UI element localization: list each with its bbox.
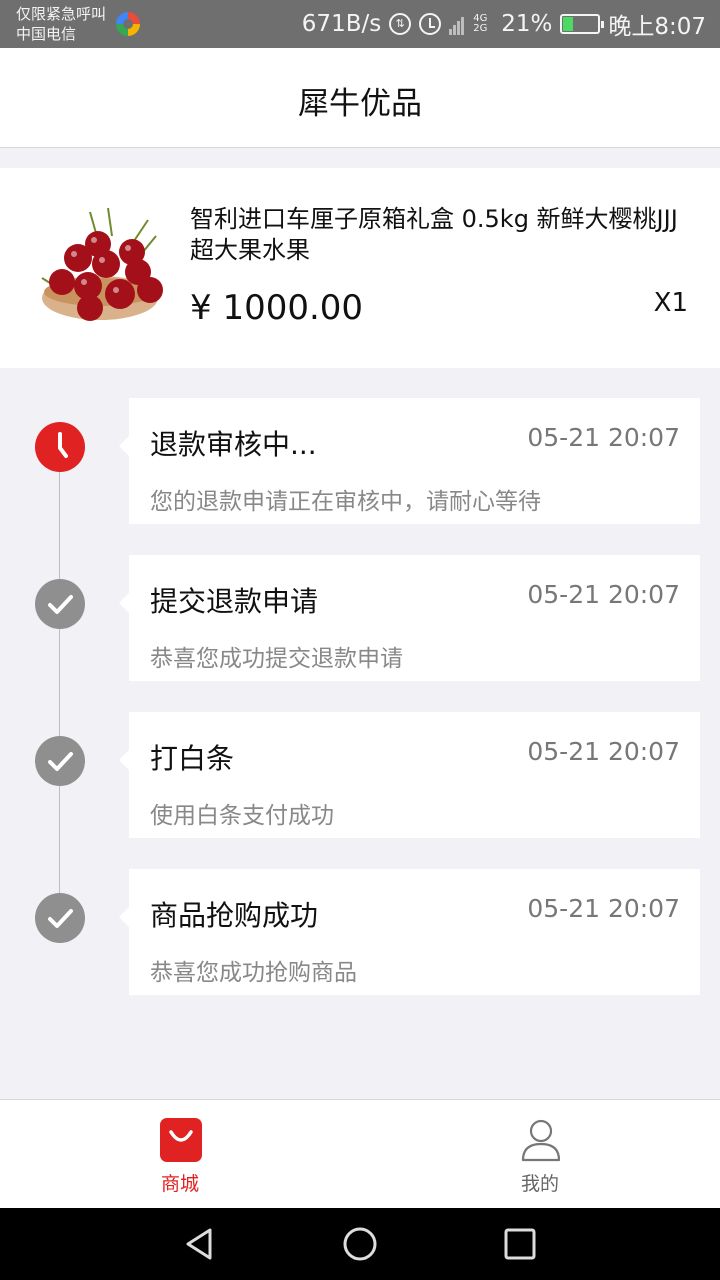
tab-mall[interactable]: 商城 — [0, 1100, 360, 1209]
timeline-time: 05-21 20:07 — [527, 423, 680, 452]
battery-percent: 21% — [501, 11, 553, 37]
product-quantity: X1 — [653, 288, 688, 318]
user-icon — [521, 1119, 561, 1162]
bottom-tab-bar: 商城 我的 — [0, 1099, 720, 1208]
emergency-text: 仅限紧急呼叫 — [16, 5, 107, 23]
clock-time: 晚上8:07 — [608, 14, 706, 40]
back-icon[interactable] — [182, 1226, 218, 1262]
timeline-item: 提交退款申请 05-21 20:07 恭喜您成功提交退款申请 — [0, 555, 720, 683]
status-bar: 仅限紧急呼叫 中国电信 671B/s ⇅ 4G 2G 21% 晚上8:07 — [0, 0, 720, 48]
app-notification-icon — [116, 12, 140, 36]
battery-icon — [560, 14, 605, 34]
check-icon — [35, 736, 85, 786]
home-icon[interactable] — [342, 1226, 378, 1262]
timeline-time: 05-21 20:07 — [527, 737, 680, 766]
timeline-desc: 恭喜您成功提交退款申请 — [150, 646, 403, 672]
cherries-image — [41, 207, 163, 321]
timeline-desc: 您的退款申请正在审核中，请耐心等待 — [150, 489, 541, 515]
timeline-item: 打白条 05-21 20:07 使用白条支付成功 — [0, 712, 720, 840]
timeline-title: 退款审核中... — [150, 428, 317, 461]
alarm-icon — [419, 13, 442, 35]
tab-me[interactable]: 我的 — [360, 1100, 720, 1209]
timeline-time: 05-21 20:07 — [527, 580, 680, 609]
shopping-bag-icon — [160, 1118, 202, 1162]
network-type: 4G 2G — [473, 13, 488, 34]
timeline-card: 提交退款申请 05-21 20:07 恭喜您成功提交退款申请 — [119, 555, 700, 681]
check-icon — [35, 893, 85, 943]
clock-icon — [35, 422, 85, 472]
status-right: 671B/s ⇅ 4G 2G 21% 晚上8:07 — [294, 0, 706, 48]
timeline-title: 提交退款申请 — [150, 585, 319, 618]
timeline-card: 打白条 05-21 20:07 使用白条支付成功 — [119, 712, 700, 838]
timeline-card: 商品抢购成功 05-21 20:07 恭喜您成功抢购商品 — [119, 869, 700, 995]
product-price: ¥ 1000.00 — [190, 288, 364, 328]
data-saver-icon: ⇅ — [389, 13, 412, 35]
page-title: 犀牛优品 — [298, 86, 422, 122]
tab-me-label: 我的 — [520, 1173, 559, 1195]
timeline-card: 退款审核中... 05-21 20:07 您的退款申请正在审核中，请耐心等待 — [119, 398, 700, 524]
timeline-desc: 恭喜您成功抢购商品 — [150, 960, 357, 986]
product-name: 智利进口车厘子原箱礼盒 0.5kg 新鲜大樱桃JJJ超大果水果 — [190, 205, 678, 264]
system-nav-bar — [0, 1208, 720, 1280]
status-carrier-block: 仅限紧急呼叫 中国电信 — [16, 4, 106, 44]
timeline-item: 退款审核中... 05-21 20:07 您的退款申请正在审核中，请耐心等待 — [0, 398, 720, 526]
timeline-desc: 使用白条支付成功 — [150, 803, 334, 829]
check-icon — [35, 579, 85, 629]
net-speed: 671B/s — [301, 11, 382, 37]
signal-icon — [449, 13, 465, 35]
timeline-item: 商品抢购成功 05-21 20:07 恭喜您成功抢购商品 — [0, 869, 720, 997]
carrier-name: 中国电信 — [16, 25, 77, 43]
recents-icon[interactable] — [502, 1226, 538, 1262]
product-card[interactable]: 智利进口车厘子原箱礼盒 0.5kg 新鲜大樱桃JJJ超大果水果 ¥ 1000.0… — [0, 168, 720, 368]
header: 犀牛优品 — [0, 48, 720, 148]
timeline-time: 05-21 20:07 — [527, 894, 680, 923]
timeline-title: 商品抢购成功 — [150, 899, 319, 932]
timeline-title: 打白条 — [150, 742, 235, 775]
tab-mall-label: 商城 — [160, 1173, 199, 1195]
